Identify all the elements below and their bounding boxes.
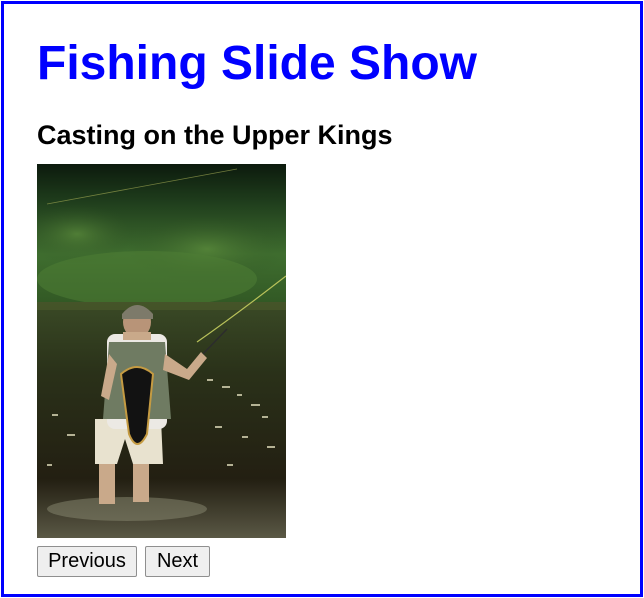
slide-image xyxy=(37,164,286,538)
next-button[interactable]: Next xyxy=(145,546,210,577)
page-title: Fishing Slide Show xyxy=(37,37,478,90)
slide-caption: Casting on the Upper Kings xyxy=(37,120,393,150)
previous-button[interactable]: Previous xyxy=(37,546,137,577)
slideshow-frame: Fishing Slide Show Casting on the Upper … xyxy=(1,1,643,597)
